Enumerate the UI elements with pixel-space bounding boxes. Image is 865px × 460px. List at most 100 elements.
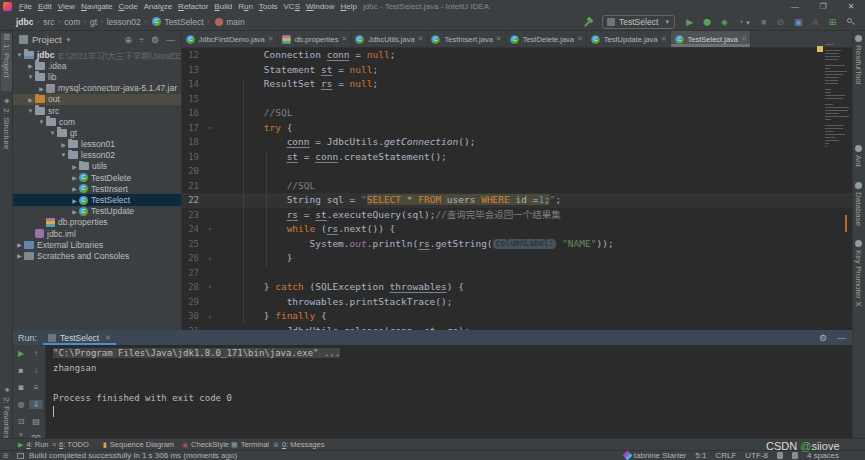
chevron-expanded-icon[interactable]: ▼	[26, 108, 35, 114]
event-log-icon[interactable]	[17, 453, 24, 459]
maximize-button[interactable]: ❐	[809, 2, 837, 11]
tree-node-out[interactable]: ▶out	[13, 94, 181, 105]
translate-icon[interactable]: A	[812, 17, 818, 27]
editor-tab-jdbcfirstdemo-java[interactable]: JdbcFirstDemo.java✕	[182, 31, 278, 47]
tool-button-terminal[interactable]: ▦Terminal	[231, 440, 269, 449]
chevron-collapsed-icon[interactable]: ▶	[15, 241, 24, 248]
tree-node-src[interactable]: ▼src	[13, 105, 181, 116]
more-actions-button[interactable]: »	[14, 431, 28, 438]
encoding-indicator[interactable]: UTF-8	[745, 451, 768, 460]
breadcrumb-gt[interactable]: gt	[90, 17, 97, 27]
scroll-to-end-button[interactable]: ⇓	[29, 400, 43, 409]
code-editor[interactable]: 12 Connection conn = null;13 Statement s…	[182, 48, 852, 330]
tree-node-mysql-connector-java-5-1-47-jar[interactable]: ▶mysql-connector-java-5.1.47.jar	[13, 83, 181, 94]
tree-node-external-libraries[interactable]: ▶External Libraries	[13, 239, 181, 250]
tool-window-toggle-icon[interactable]: ⊞	[3, 452, 11, 460]
code-minimap[interactable]	[823, 44, 852, 313]
chevron-expanded-icon[interactable]: ▼	[26, 74, 35, 80]
chevron-expanded-icon[interactable]: ▼	[48, 130, 57, 136]
close-icon[interactable]: ✕	[341, 35, 347, 43]
chevron-expanded-icon[interactable]: ▼	[59, 152, 68, 158]
menu-tools[interactable]: Tools	[256, 2, 281, 11]
chevron-collapsed-icon[interactable]: ▶	[26, 96, 35, 103]
close-icon[interactable]: ✕	[661, 35, 667, 43]
chevron-collapsed-icon[interactable]: ▶	[70, 174, 79, 181]
tool-button-sequence-diagram[interactable]: ▮Sequence Diagram	[103, 440, 174, 449]
editor-tab-jdbcutils-java[interactable]: JdbcUtils.java✕	[352, 31, 428, 47]
stop-button[interactable]: ■	[761, 17, 766, 27]
editor-tab-testinsert-java[interactable]: TestInsert.java✕	[428, 31, 506, 47]
breadcrumb-testselect[interactable]: TestSelect	[164, 17, 203, 27]
chevron-collapsed-icon[interactable]: ▶	[70, 197, 79, 204]
tree-node-testselect[interactable]: ▶TestSelect	[13, 194, 181, 205]
menu-analyze[interactable]: Analyze	[141, 2, 175, 11]
menu-view[interactable]: View	[55, 2, 78, 11]
down-stack-trace-button[interactable]: ↓	[29, 366, 43, 375]
tree-node-jdbc[interactable]: ▼jdbcE:\2021学习\大三下学期\JavaEE开发\my	[13, 49, 181, 60]
run-panel-settings-gear-icon[interactable]: ⚙	[819, 333, 827, 343]
pin-button[interactable]: ⊡	[14, 417, 28, 426]
chevron-collapsed-icon[interactable]: ▶	[70, 208, 79, 215]
tool-stripe-project[interactable]: ▤1: Project	[1, 33, 12, 91]
close-icon[interactable]: ✕	[268, 35, 274, 43]
menu-file[interactable]: File	[16, 2, 35, 11]
menu-help[interactable]: Help	[337, 2, 359, 11]
run-button[interactable]: ▶	[686, 17, 693, 27]
close-icon[interactable]: ✕	[577, 35, 583, 43]
menu-vcs[interactable]: VCS	[281, 2, 303, 11]
chevron-expanded-icon[interactable]: ▼	[15, 52, 24, 58]
inspection-status-icon[interactable]	[817, 46, 823, 52]
tool-stripe-database[interactable]: Database	[854, 182, 863, 226]
menu-refactor[interactable]: Refactor	[175, 2, 211, 11]
build-hammer-icon[interactable]	[585, 17, 595, 27]
editor-tab-testdelete-java[interactable]: TestDelete.java✕	[506, 31, 587, 47]
editor-tab-testselect-java[interactable]: TestSelect.java✕	[671, 31, 751, 47]
menu-edit[interactable]: Edit	[35, 2, 55, 11]
chevron-down-icon[interactable]: ▼	[66, 37, 72, 43]
hide-panel-button[interactable]: —	[166, 35, 175, 45]
breadcrumb-lesson02[interactable]: lesson02	[107, 17, 141, 27]
plugin-grid-icon[interactable]: ⊞	[828, 17, 836, 27]
tree-node-jdbc-iml[interactable]: jdbc.iml	[13, 228, 181, 239]
tool-stripe-ant[interactable]: Ant	[854, 145, 863, 167]
tree-node-lib[interactable]: ▼lib	[13, 71, 181, 82]
chevron-collapsed-icon[interactable]: ▶	[37, 85, 46, 92]
tabnine-status[interactable]: tabnine Starter	[624, 451, 686, 460]
tree-node-scratches-and-consoles[interactable]: ▶Scratches and Consoles	[13, 250, 181, 261]
fold-marker-icon[interactable]: ▴	[208, 309, 212, 324]
inspection-profile-icon[interactable]	[792, 452, 798, 459]
tree-node-testdelete[interactable]: ▶TestDelete	[13, 172, 181, 183]
project-structure-button[interactable]: ▣	[794, 17, 803, 27]
menu-navigate[interactable]: Navigate	[78, 2, 116, 11]
caret-position[interactable]: 5:1	[695, 451, 706, 460]
mute-breakpoints-button[interactable]: ⊘	[776, 17, 784, 27]
tool-stripe-restfultool[interactable]: RestfulTool	[854, 35, 863, 85]
close-icon[interactable]: ✕	[741, 35, 747, 43]
chevron-collapsed-icon[interactable]: ▶	[26, 62, 35, 69]
breadcrumb-main[interactable]: main	[226, 17, 244, 27]
locate-file-button[interactable]: ⊕	[124, 35, 132, 45]
restore-layout-button[interactable]: ◍	[14, 400, 28, 409]
tool-stripe-keypromoter[interactable]: Key Promoter X	[854, 240, 863, 306]
profiler-button[interactable]: ◔ ▼	[738, 17, 751, 28]
line-ending-indicator[interactable]: CRLF	[715, 451, 736, 460]
tree-node-utils[interactable]: ▶utils	[13, 161, 181, 172]
chevron-expanded-icon[interactable]: ▼	[37, 119, 46, 125]
tool-button-checkstyle[interactable]: ◉CheckStyle	[182, 440, 229, 449]
close-icon[interactable]: ✕	[418, 35, 424, 43]
minimize-button[interactable]: —	[781, 2, 809, 11]
indent-indicator[interactable]: 4 spaces	[807, 451, 839, 460]
tool-button-4-run[interactable]: ▶4: Run	[18, 440, 49, 449]
settings-gear-icon[interactable]: ⚙	[151, 35, 159, 45]
soft-wrap-button[interactable]: ≡	[29, 383, 43, 392]
up-stack-trace-button[interactable]: ↑	[29, 349, 43, 358]
breadcrumb-jdbc[interactable]: jdbc	[16, 17, 33, 27]
run-tab[interactable]: TestSelect ✕	[43, 330, 116, 345]
chevron-collapsed-icon[interactable]: ▶	[70, 163, 79, 170]
breadcrumb-com[interactable]: com	[64, 17, 80, 27]
tree-node--idea[interactable]: ▶.idea	[13, 60, 181, 71]
search-everywhere-button[interactable]	[846, 17, 855, 27]
menu-code[interactable]: Code	[116, 2, 141, 11]
fold-marker-icon[interactable]: ▴	[208, 251, 212, 266]
lock-icon[interactable]	[777, 452, 783, 459]
